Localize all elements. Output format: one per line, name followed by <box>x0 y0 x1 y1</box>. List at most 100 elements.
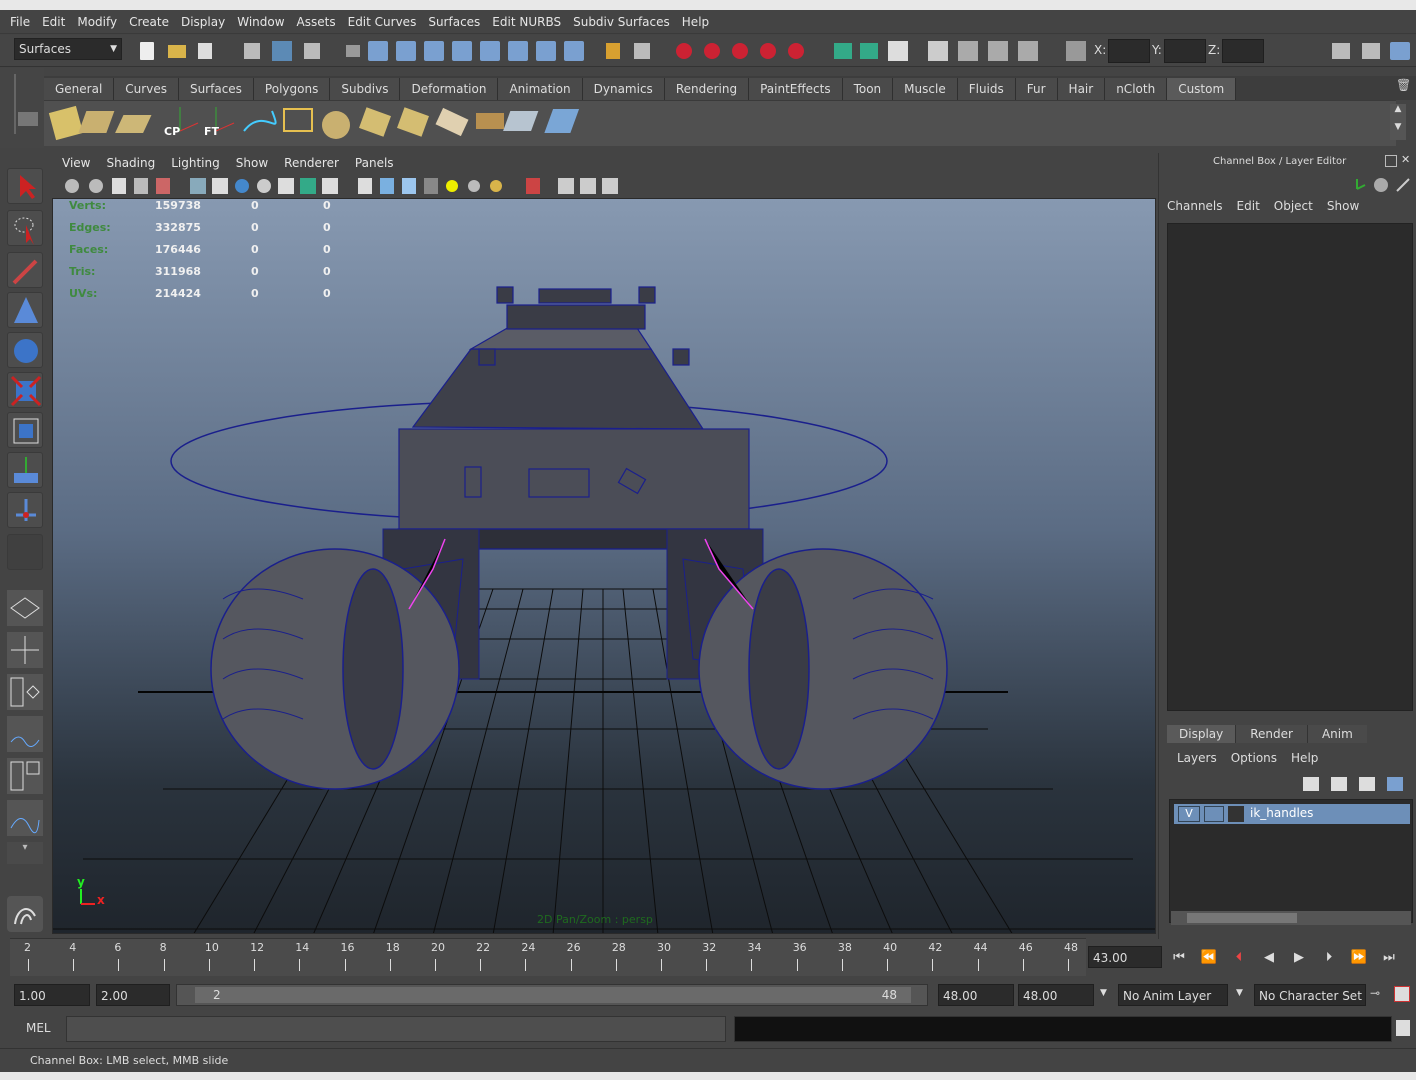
channel-list[interactable] <box>1167 223 1413 711</box>
step-forward-frame-icon[interactable]: ⏵ <box>1318 948 1340 968</box>
vp-menu-lighting[interactable]: Lighting <box>163 156 228 170</box>
cb-menu-channels[interactable]: Channels <box>1167 199 1223 213</box>
tab-polygons[interactable]: Polygons <box>253 78 331 100</box>
shelf-grip[interactable] <box>14 74 16 134</box>
preferences-icon[interactable] <box>1394 986 1410 1002</box>
tab-deformation[interactable]: Deformation <box>400 78 499 100</box>
menu-modify[interactable]: Modify <box>71 15 123 29</box>
float-panel-icon[interactable] <box>1385 155 1397 167</box>
time-slider[interactable]: 2 4 6 8 10 12 14 16 18 20 22 24 26 28 30 32 34 36 38 40 42 44… <box>10 938 1086 976</box>
tab-painteffects[interactable]: PaintEffects <box>749 78 843 100</box>
vp-menu-view[interactable]: View <box>54 156 98 170</box>
select-tool-icon[interactable] <box>7 168 43 204</box>
layer-row-ik-handles[interactable]: V ik_handles <box>1174 804 1410 824</box>
layer-action-icons[interactable] <box>1299 773 1413 795</box>
character-set-dropdown[interactable]: No Character Set <box>1254 984 1366 1006</box>
play-forwards-icon[interactable]: ▶ <box>1288 948 1310 968</box>
x-input[interactable] <box>1108 39 1150 63</box>
tab-fur[interactable]: Fur <box>1015 78 1058 100</box>
layer-scroll-thumb[interactable] <box>1187 913 1297 923</box>
tab-muscle[interactable]: Muscle <box>893 78 958 100</box>
tab-rendering[interactable]: Rendering <box>664 78 750 100</box>
layer-scrollbar[interactable] <box>1171 911 1411 925</box>
outliner-persp-icon[interactable] <box>7 674 43 710</box>
menuset-dropdown[interactable]: Surfaces ▼ <box>14 38 122 60</box>
range-slider[interactable]: 2 48 <box>176 984 928 1006</box>
tab-subdivs[interactable]: Subdivs <box>330 78 401 100</box>
menu-edit-curves[interactable]: Edit Curves <box>342 15 423 29</box>
step-back-key-icon[interactable]: ⏪ <box>1198 948 1220 968</box>
menu-edit[interactable]: Edit <box>36 15 71 29</box>
script-editor-icon[interactable] <box>1396 1020 1410 1036</box>
move-tool-icon[interactable] <box>7 292 43 328</box>
menu-window[interactable]: Window <box>231 15 290 29</box>
lasso-tool-icon[interactable] <box>7 210 43 246</box>
anim-layer-chevron-icon[interactable]: ▼ <box>1100 988 1107 998</box>
anim-end-field[interactable]: 48.00 <box>1018 984 1094 1006</box>
char-set-chevron-icon[interactable]: ▼ <box>1236 988 1243 998</box>
cb-menu-edit[interactable]: Edit <box>1237 199 1260 213</box>
current-frame-field[interactable]: 43.00 <box>1088 946 1162 968</box>
mel-label[interactable]: MEL <box>26 1021 51 1035</box>
go-to-start-icon[interactable]: ⏮ <box>1168 948 1190 968</box>
shelf-options-icon[interactable] <box>18 112 38 126</box>
hypershade-layout-icon[interactable] <box>7 758 43 794</box>
menu-file[interactable]: File <box>4 15 36 29</box>
scroll-up-icon[interactable]: ▲ <box>1390 104 1406 114</box>
menu-help[interactable]: Help <box>676 15 715 29</box>
range-slider-handle[interactable]: 2 48 <box>195 987 911 1003</box>
scale-tool-icon[interactable] <box>7 372 43 408</box>
play-backwards-icon[interactable]: ◀ <box>1258 948 1280 968</box>
manipulator-tool-icon[interactable] <box>7 412 43 448</box>
tab-custom[interactable]: Custom <box>1167 78 1237 100</box>
show-manipulator-icon[interactable] <box>7 492 43 528</box>
layer-menu-layers[interactable]: Layers <box>1177 751 1217 765</box>
custom-shelf-icons[interactable] <box>44 101 604 147</box>
step-forward-key-icon[interactable]: ⏩ <box>1348 948 1370 968</box>
auto-key-icon[interactable]: ⊸ <box>1370 986 1380 1000</box>
menu-assets[interactable]: Assets <box>291 15 342 29</box>
menu-create[interactable]: Create <box>123 15 175 29</box>
panel-toggle-icons[interactable] <box>1330 41 1414 63</box>
layout-more-icon[interactable]: ▾ <box>7 842 43 864</box>
last-tool-slot[interactable] <box>7 534 43 570</box>
scroll-down-icon[interactable]: ▼ <box>1390 122 1406 132</box>
status-line-icons[interactable] <box>136 39 1096 63</box>
cb-menu-object[interactable]: Object <box>1274 199 1313 213</box>
y-input[interactable] <box>1164 39 1206 63</box>
tab-ncloth[interactable]: nCloth <box>1105 78 1168 100</box>
channel-box-mode-icons[interactable] <box>1349 175 1415 195</box>
tab-anim[interactable]: Anim <box>1306 725 1367 743</box>
go-to-end-icon[interactable]: ⏭ <box>1378 948 1400 968</box>
tab-dynamics[interactable]: Dynamics <box>582 78 665 100</box>
layer-type-toggle[interactable] <box>1204 806 1224 822</box>
menu-surfaces[interactable]: Surfaces <box>422 15 486 29</box>
trash-icon[interactable]: 🗑 <box>1396 78 1412 94</box>
tab-animation[interactable]: Animation <box>498 78 583 100</box>
vp-menu-renderer[interactable]: Renderer <box>276 156 347 170</box>
z-input[interactable] <box>1222 39 1264 63</box>
tab-curves[interactable]: Curves <box>114 78 179 100</box>
persp-graph-icon[interactable] <box>7 716 43 752</box>
tab-fluids[interactable]: Fluids <box>957 78 1016 100</box>
tab-surfaces[interactable]: Surfaces <box>178 78 254 100</box>
paint-select-icon[interactable] <box>7 252 43 288</box>
playback-start-field[interactable]: 2.00 <box>96 984 170 1006</box>
anim-start-field[interactable]: 1.00 <box>14 984 90 1006</box>
layer-visibility-toggle[interactable]: V <box>1178 806 1200 822</box>
step-back-frame-icon[interactable]: ⏴ <box>1228 948 1250 968</box>
perspective-viewport[interactable]: Verts: 159738 0 0 Edges: 332875 0 0 Faces: 1764… <box>52 198 1156 934</box>
graph-editor-layout-icon[interactable] <box>7 800 43 836</box>
layer-name[interactable]: ik_handles <box>1250 806 1313 820</box>
tab-toon[interactable]: Toon <box>842 78 894 100</box>
tab-render[interactable]: Render <box>1235 725 1307 743</box>
shelf-scroll[interactable]: ▲ ▼ <box>1390 104 1406 140</box>
vp-menu-show[interactable]: Show <box>228 156 276 170</box>
soft-mod-icon[interactable] <box>7 452 43 488</box>
four-view-icon[interactable] <box>7 632 43 668</box>
rotate-tool-icon[interactable] <box>7 332 43 368</box>
tab-general[interactable]: General <box>44 78 115 100</box>
command-input[interactable] <box>66 1016 726 1042</box>
layer-menu-help[interactable]: Help <box>1291 751 1318 765</box>
close-icon[interactable]: ✕ <box>1401 153 1415 167</box>
